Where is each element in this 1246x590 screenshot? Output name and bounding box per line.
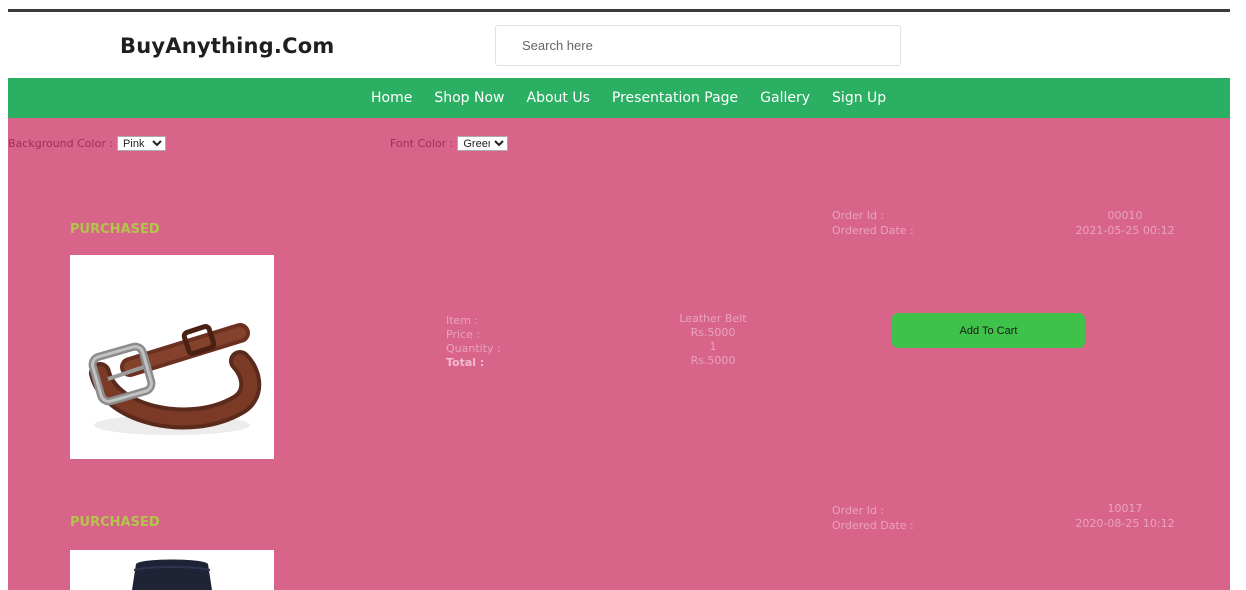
search-box[interactable] [495,25,901,66]
site-header: BuyAnything.Com [8,12,1230,78]
trousers-icon [132,559,212,590]
order-id-value: 00010 [1107,209,1143,222]
order-status: PURCHASED [70,222,160,237]
brand-logo[interactable]: BuyAnything.Com [120,34,334,58]
nav-gallery[interactable]: Gallery [760,90,810,106]
quantity-value: 1 [709,340,717,353]
font-color-select[interactable]: Green [457,136,509,151]
price-label: Price : [446,328,481,341]
nav-home[interactable]: Home [371,90,412,106]
background-color-control: Background Color : Pink [8,136,167,151]
ordered-date-value: 2020-08-25 10:12 [1075,517,1175,530]
leather-belt-icon [88,323,262,435]
font-color-control: Font Color : Green [390,136,509,151]
ordered-date-value: 2021-05-25 00:12 [1075,224,1175,237]
total-label: Total : [446,356,485,369]
main-nav: Home Shop Now About Us Presentation Page… [8,78,1230,118]
quantity-label: Quantity : [446,342,501,355]
search-input[interactable] [496,26,900,65]
ordered-date-label: Ordered Date : [832,519,914,532]
total-value: Rs.5000 [690,354,736,367]
order-details-values: Leather Belt Rs.5000 1 Rs.5000 [658,312,768,368]
order-id-label: Order Id : [832,209,885,222]
order-id-value: 10017 [1107,502,1143,515]
nav-sign-up[interactable]: Sign Up [832,90,886,106]
order-id-label: Order Id : [832,504,885,517]
order-status: PURCHASED [70,515,160,530]
nav-shop-now[interactable]: Shop Now [434,90,504,106]
item-value: Leather Belt [679,312,747,325]
nav-about-us[interactable]: About Us [527,90,590,106]
nav-presentation-page[interactable]: Presentation Page [612,90,738,106]
background-color-label: Background Color : [8,137,114,150]
ordered-date-label: Ordered Date : [832,224,914,237]
order-details-labels: Item : Price : Quantity : Total : [446,314,501,370]
background-color-select[interactable]: Pink [117,136,167,151]
price-value: Rs.5000 [690,326,736,339]
add-to-cart-button[interactable]: Add To Cart [892,313,1085,348]
orders-page: Background Color : Pink Font Color : Gre… [8,118,1230,590]
leather-belt-image[interactable] [70,255,274,459]
font-color-label: Font Color : [390,137,454,150]
trousers-image[interactable] [70,550,274,590]
item-label: Item : [446,314,479,327]
